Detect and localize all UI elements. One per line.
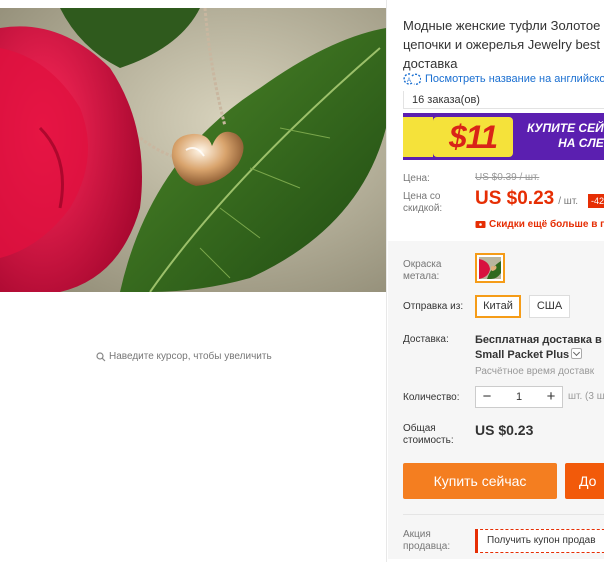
seller-label-line-1: Акция — [403, 529, 431, 540]
get-seller-coupon-button[interactable]: Получить купон продав — [475, 529, 604, 553]
more-discounts-text[interactable]: Скидки ещё больше в п — [489, 219, 604, 230]
ship-from-usa-button[interactable]: США — [529, 295, 570, 318]
banner-amount: $11 — [433, 117, 513, 157]
translate-link-text[interactable]: Посмотреть название на английско — [425, 73, 604, 85]
more-discounts-link[interactable]: Скидки ещё больше в п — [475, 219, 604, 230]
coupon-icon — [475, 221, 486, 228]
discount-price: US $0.23 / шт. — [475, 188, 578, 210]
total-label-line-2: стоимость: — [403, 435, 454, 446]
translate-title-link[interactable]: A Посмотреть название на английско — [403, 72, 604, 86]
translate-icon: A — [403, 73, 421, 86]
delivery-service: Small Packet Plus — [475, 349, 570, 361]
total-label: Общая стоимость: — [403, 423, 454, 447]
swatch-thumbnail — [479, 257, 501, 279]
discount-label-line-1: Цена со — [403, 191, 441, 202]
discount-badge: -42 — [588, 194, 604, 208]
price-label: Цена: — [403, 173, 430, 184]
discount-price-label: Цена со скидкой: — [403, 191, 442, 215]
quantity-label: Количество: — [403, 392, 460, 403]
old-price: US $0.39 / шт. — [475, 172, 540, 183]
quantity-stepper[interactable]: − 1 + — [475, 386, 563, 408]
quantity-increase-button[interactable]: + — [540, 387, 562, 407]
product-image[interactable] — [0, 8, 386, 292]
chevron-down-icon[interactable] — [571, 348, 583, 359]
price-unit: / шт. — [558, 196, 579, 207]
quantity-available: шт. (3 ш — [568, 391, 604, 402]
necklace-photo — [0, 8, 386, 292]
banner-stripe — [403, 117, 433, 157]
product-title: Модные женские туфли Золотое с цепочки и… — [403, 16, 604, 73]
zoom-hint: Наведите курсор, чтобы увеличить — [96, 351, 272, 362]
title-line-3: доставка — [403, 56, 458, 71]
quantity-decrease-button[interactable]: − — [476, 387, 498, 407]
delivery-label: Доставка: — [403, 334, 449, 345]
buy-now-button[interactable]: Купить сейчас — [403, 463, 557, 499]
total-label-line-1: Общая — [403, 423, 436, 434]
product-page: Наведите курсор, чтобы увеличить Модные … — [0, 0, 604, 562]
add-to-cart-button[interactable]: До — [565, 463, 604, 499]
delivery-estimate: Расчётное время доставк — [475, 366, 595, 377]
delivery-line-2: Small Packet Plus — [475, 348, 604, 363]
color-label-line-2: метала: — [403, 271, 440, 282]
ship-from-label: Отправка из: — [403, 301, 464, 312]
banner-promo-text: КУПИТЕ СЕЙ НА СЛЕ — [527, 121, 604, 151]
title-line-1: Модные женские туфли Золотое с — [403, 18, 604, 33]
magnifier-icon — [96, 351, 106, 361]
promo-banner[interactable]: $11 КУПИТЕ СЕЙ НА СЛЕ — [403, 113, 604, 160]
delivery-line-1: Бесплатная доставка в R — [475, 334, 604, 346]
discount-price-value: US $0.23 — [475, 188, 555, 209]
total-price: US $0.23 — [475, 422, 534, 438]
section-divider — [403, 514, 604, 515]
title-line-2: цепочки и ожерелья Jewelry best — [403, 37, 601, 52]
zoom-hint-text: Наведите курсор, чтобы увеличить — [109, 351, 272, 362]
orders-count: 16 заказа(ов) — [403, 91, 604, 109]
seller-promo-label: Акция продавца: — [403, 529, 450, 553]
seller-label-line-2: продавца: — [403, 541, 451, 552]
column-divider — [386, 0, 387, 562]
quantity-input[interactable]: 1 — [498, 391, 540, 403]
delivery-method: Бесплатная доставка в R Small Packet Plu… — [475, 333, 604, 363]
svg-text:A: A — [407, 78, 411, 84]
banner-promo-line-1: КУПИТЕ СЕЙ — [527, 121, 604, 135]
discount-label-line-2: скидкой: — [403, 203, 443, 214]
color-label-line-1: Окраска — [403, 259, 442, 270]
banner-promo-line-2: НА СЛЕ — [558, 136, 604, 150]
color-swatch-gold[interactable] — [475, 253, 505, 283]
ship-from-china-button[interactable]: Китай — [475, 295, 521, 318]
color-label: Окраска метала: — [403, 259, 441, 283]
